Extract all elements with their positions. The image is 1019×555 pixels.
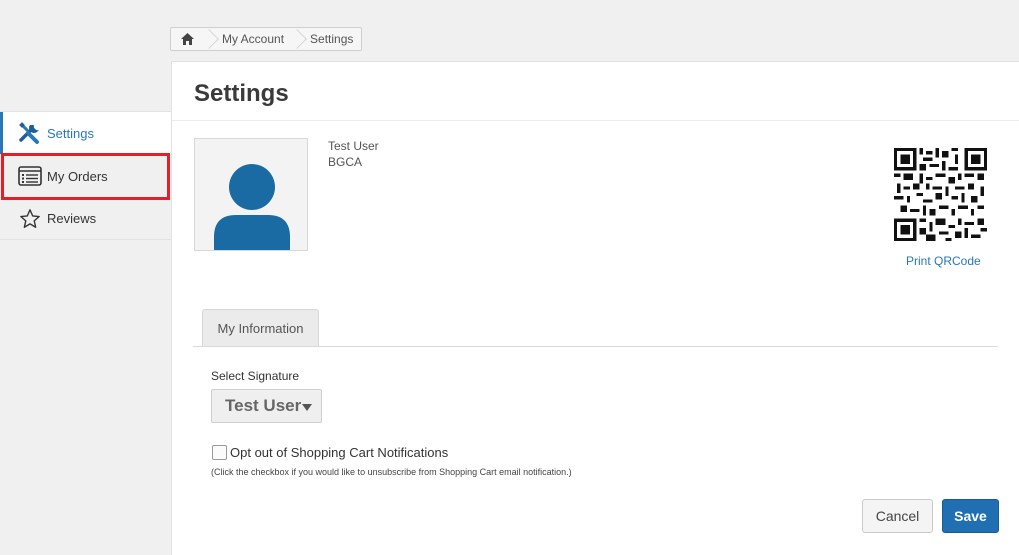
user-avatar-icon: [214, 164, 290, 250]
user-name: Test User: [328, 139, 379, 153]
chevron-down-icon: [302, 404, 312, 411]
signature-label: Select Signature: [211, 369, 300, 383]
opt-out-label[interactable]: Opt out of Shopping Cart Notifications: [230, 445, 448, 460]
user-organization: BGCA: [328, 155, 363, 169]
settings-panel: Settings Test User BGCA Print QRCode My …: [171, 61, 1019, 555]
opt-out-help-text: (Click the checkbox if you would like to…: [211, 467, 572, 477]
sidebar-item-settings[interactable]: Settings: [0, 111, 171, 154]
tools-icon: [18, 121, 42, 145]
cancel-button[interactable]: Cancel: [862, 499, 933, 533]
sidebar-item-reviews[interactable]: Reviews: [0, 197, 171, 240]
tab-my-information[interactable]: My Information: [202, 309, 319, 347]
qr-code-icon: [894, 148, 987, 241]
sidebar-item-label: Settings: [47, 125, 94, 141]
page-title: Settings: [194, 80, 289, 107]
breadcrumb-separator: [292, 28, 302, 50]
breadcrumb-my-account[interactable]: My Account: [214, 28, 292, 50]
breadcrumb: My Account Settings: [170, 27, 363, 51]
breadcrumb-separator: [204, 28, 214, 50]
tab-divider: [193, 346, 998, 347]
divider: [172, 120, 1019, 121]
avatar: [194, 138, 308, 251]
sidebar-item-label: My Orders: [47, 168, 108, 184]
opt-out-checkbox[interactable]: [212, 445, 227, 460]
sidebar-item-label: Reviews: [47, 211, 97, 226]
opt-out-row: Opt out of Shopping Cart Notifications: [212, 445, 448, 460]
save-button[interactable]: Save: [942, 499, 999, 533]
star-icon: [18, 207, 42, 231]
sidebar: Settings My Orders Reviews: [0, 111, 171, 240]
sidebar-item-my-orders[interactable]: My Orders: [0, 154, 171, 197]
print-qrcode-link[interactable]: Print QRCode: [906, 254, 981, 268]
orders-list-icon: [18, 164, 42, 188]
breadcrumb-settings: Settings: [310, 32, 354, 46]
home-icon: [181, 33, 194, 45]
signature-select[interactable]: Test User: [211, 389, 322, 423]
signature-selected-value: Test User: [225, 396, 302, 415]
